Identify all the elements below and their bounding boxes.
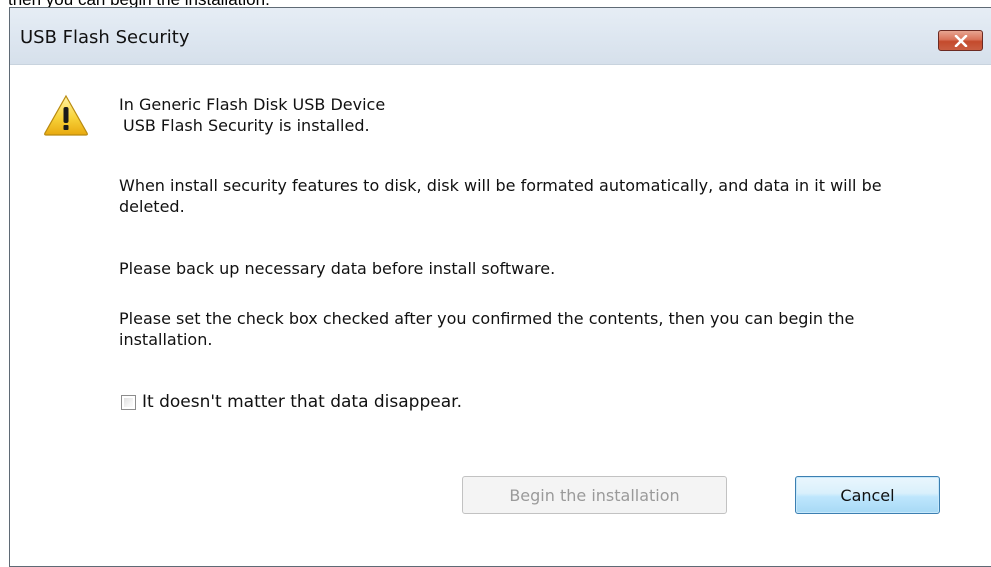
confirm-instruction-text: Please set the check box checked after y… <box>119 309 855 349</box>
warning-triangle-icon <box>44 94 88 136</box>
cancel-button[interactable]: Cancel <box>795 476 940 514</box>
confirm-checkbox-label[interactable]: It doesn't matter that data disappear. <box>142 392 462 412</box>
usb-flash-security-dialog: USB Flash Security In Generic Flash Disk… <box>9 7 991 567</box>
confirm-checkbox-row[interactable]: It doesn't matter that data disappear. <box>121 392 462 412</box>
backup-advice-text: Please back up necessary data before ins… <box>119 259 556 278</box>
device-name-text: In Generic Flash Disk USB Device <box>119 95 386 114</box>
close-x-icon <box>954 34 967 47</box>
installed-status-text: USB Flash Security is installed. <box>123 116 370 135</box>
title-bar[interactable]: USB Flash Security <box>10 8 991 65</box>
dialog-title: USB Flash Security <box>20 27 190 48</box>
begin-installation-button[interactable]: Begin the installation <box>462 476 727 514</box>
confirm-checkbox[interactable] <box>121 394 136 410</box>
format-warning-text: When install security features to disk, … <box>119 176 882 216</box>
close-button[interactable] <box>938 30 983 51</box>
